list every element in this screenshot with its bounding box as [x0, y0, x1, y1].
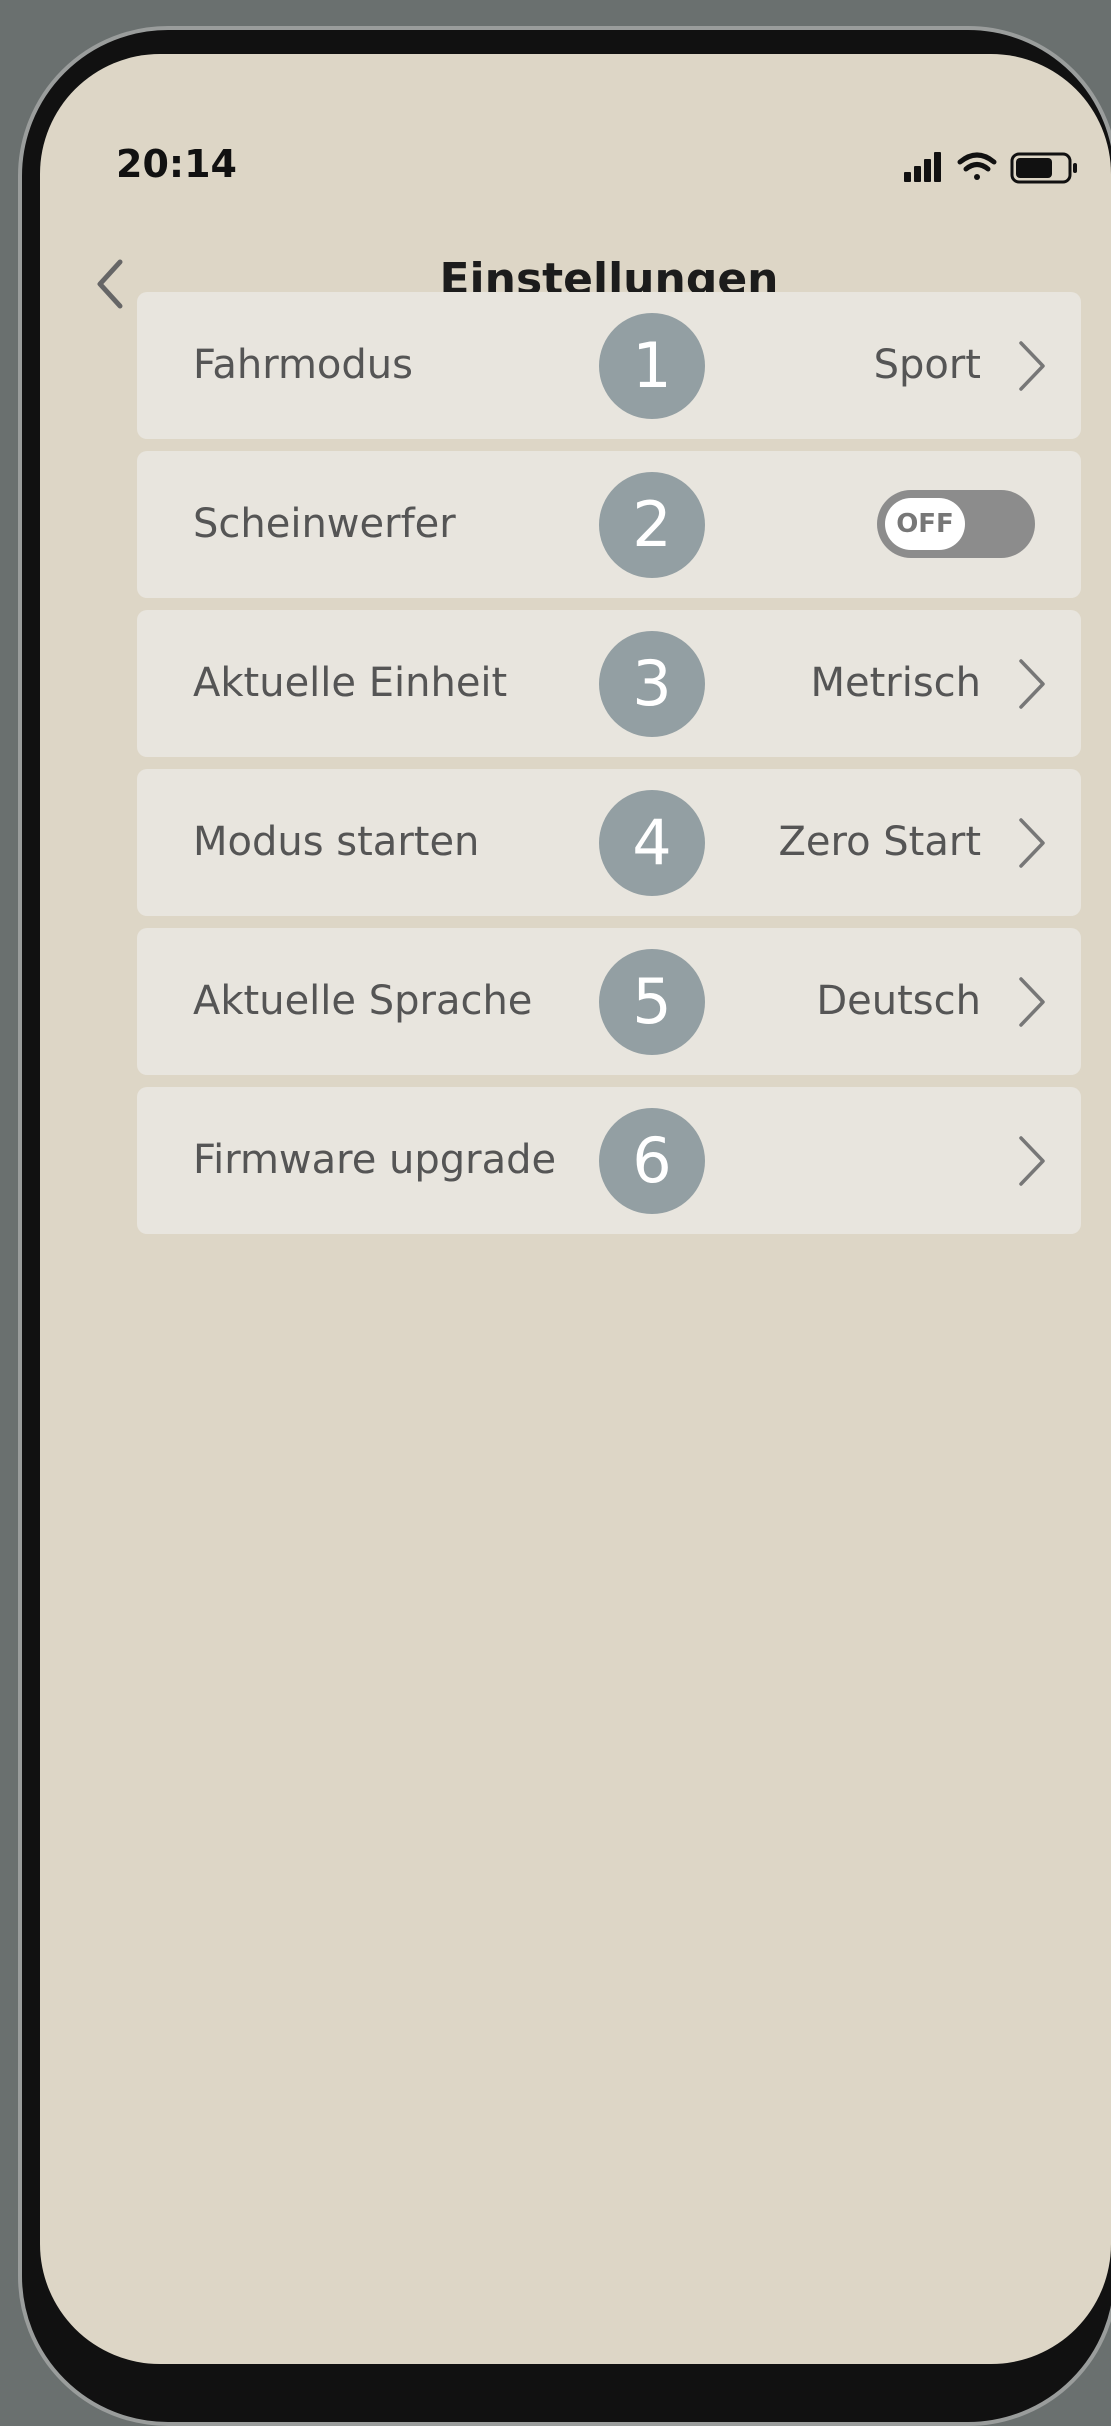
number-badge: 6 — [599, 1108, 705, 1214]
number-badge: 4 — [599, 790, 705, 896]
wifi-icon — [957, 152, 997, 180]
chevron-right-icon — [1019, 1136, 1045, 1186]
settings-row-value: Deutsch — [816, 978, 981, 1024]
headlight-toggle[interactable]: OFF — [877, 490, 1035, 558]
chevron-right-icon — [1019, 659, 1045, 709]
settings-row-scheinwerfer[interactable]: Scheinwerfer 2 OFF — [137, 451, 1081, 598]
number-badge: 5 — [599, 949, 705, 1055]
settings-row-label: Modus starten — [193, 819, 480, 865]
settings-row-label: Fahrmodus — [193, 342, 413, 388]
chevron-right-icon — [1019, 818, 1045, 868]
settings-row-modus-starten[interactable]: Modus starten 4 Zero Start — [137, 769, 1081, 916]
settings-row-value: Metrisch — [810, 660, 981, 706]
settings-row-firmware-upgrade[interactable]: Firmware upgrade 6 — [137, 1087, 1081, 1234]
settings-row-einheit[interactable]: Aktuelle Einheit 3 Metrisch — [137, 610, 1081, 757]
settings-row-sprache[interactable]: Aktuelle Sprache 5 Deutsch — [137, 928, 1081, 1075]
app-screen: 20:14 Einstellungen Fahrmodus 1 Sport Schei… — [40, 54, 1111, 2364]
settings-row-value: Sport — [873, 342, 981, 388]
number-badge: 2 — [599, 472, 705, 578]
settings-row-label: Scheinwerfer — [193, 501, 456, 547]
number-badge: 3 — [599, 631, 705, 737]
chevron-right-icon — [1019, 341, 1045, 391]
toggle-knob: OFF — [885, 498, 965, 550]
settings-row-label: Aktuelle Sprache — [193, 978, 533, 1024]
settings-row-value: Zero Start — [778, 819, 981, 865]
settings-row-label: Firmware upgrade — [193, 1137, 557, 1183]
settings-row-fahrmodus[interactable]: Fahrmodus 1 Sport — [137, 292, 1081, 439]
signal-icon — [904, 152, 941, 182]
settings-row-label: Aktuelle Einheit — [193, 660, 508, 706]
status-time: 20:14 — [116, 142, 237, 186]
chevron-right-icon — [1019, 977, 1045, 1027]
status-icons — [904, 152, 1077, 184]
number-badge: 1 — [599, 313, 705, 419]
battery-icon — [1010, 152, 1077, 184]
